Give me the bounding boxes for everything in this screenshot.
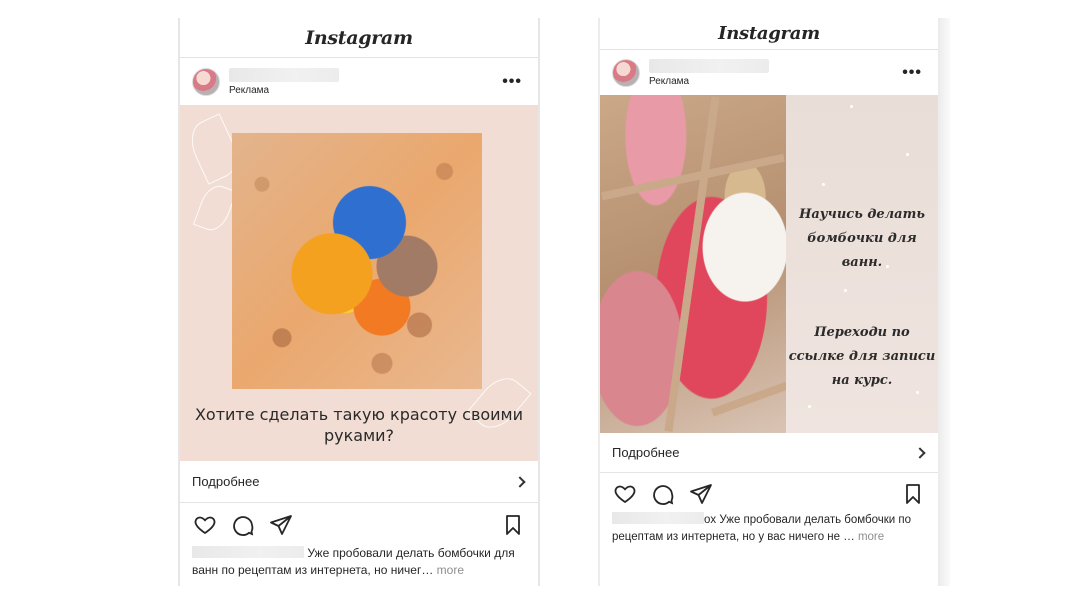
bookmark-icon[interactable] (900, 481, 926, 507)
post-caption: ox Уже пробовали делать бомбочки по реце… (612, 512, 928, 546)
sparkle (906, 153, 909, 156)
share-icon[interactable] (268, 512, 294, 538)
post-header: Реклама ••• (180, 59, 538, 105)
comment-icon[interactable] (230, 512, 256, 538)
instagram-header: Instagram (180, 18, 538, 58)
heart-icon[interactable] (612, 481, 638, 507)
learn-more-label: Подробнее (192, 474, 260, 489)
learn-more-button[interactable]: Подробнее (180, 461, 538, 503)
heart-icon[interactable] (192, 512, 218, 538)
instagram-header: Instagram (600, 18, 938, 50)
bookmark-icon[interactable] (500, 512, 526, 538)
action-bar (180, 507, 538, 543)
instagram-logo[interactable]: Instagram (718, 23, 820, 44)
more-link[interactable]: more (437, 563, 464, 577)
box-divider (664, 96, 720, 432)
more-link[interactable]: more (858, 531, 884, 543)
bath-bomb-photo (232, 133, 482, 389)
sponsored-label: Реклама (229, 85, 270, 96)
instagram-post-right: Instagram Реклама ••• Научись делать бом… (598, 18, 940, 586)
learn-more-label: Подробнее (612, 445, 680, 460)
share-icon[interactable] (688, 481, 714, 507)
sparkle (886, 265, 889, 268)
chevron-right-icon (514, 475, 526, 488)
blurred-username[interactable] (649, 59, 769, 73)
slogan-text: Научись делать бомбочки для ванн. (799, 207, 925, 270)
blurred-username[interactable] (229, 68, 339, 82)
more-icon[interactable]: ••• (502, 74, 522, 90)
blurred-username[interactable] (192, 546, 304, 558)
ad-headline: Хотите сделать такую красоту своими рука… (194, 405, 524, 445)
blurred-username[interactable] (612, 512, 704, 524)
instagram-post-left: Instagram Реклама ••• Хотите сделать так… (178, 18, 540, 586)
bath-bomb-gift-box-photo (600, 95, 789, 433)
ad-creative[interactable]: Хотите сделать такую красоту своими рука… (180, 105, 538, 461)
avatar[interactable] (612, 59, 640, 87)
action-bar (600, 476, 938, 512)
user-block: Реклама (229, 68, 339, 96)
sparkle (850, 105, 853, 108)
sparkle (808, 405, 811, 408)
avatar[interactable] (192, 68, 220, 96)
sponsored-label: Реклама (649, 76, 690, 87)
call-to-action-text: Переходи по ссылке для записи на курс. (788, 325, 936, 388)
sparkle (916, 391, 919, 394)
chevron-right-icon (914, 446, 926, 459)
sparkle (822, 183, 825, 186)
leaf-decoration (193, 181, 237, 235)
user-block: Реклама (649, 59, 769, 87)
post-header: Реклама ••• (600, 51, 938, 95)
sparkle (844, 289, 847, 292)
text-panel: Научись делать бомбочки для ванн. Перехо… (786, 95, 938, 433)
comment-icon[interactable] (650, 481, 676, 507)
learn-more-button[interactable]: Подробнее (600, 433, 938, 473)
more-icon[interactable]: ••• (902, 65, 922, 81)
ad-creative[interactable]: Научись делать бомбочки для ванн. Перехо… (600, 95, 938, 433)
box-divider (601, 153, 785, 201)
window-edge (940, 18, 950, 586)
instagram-logo[interactable]: Instagram (305, 27, 413, 49)
post-caption: Уже пробовали делать бомбочки для ванн п… (192, 545, 528, 579)
box-divider (711, 381, 789, 417)
